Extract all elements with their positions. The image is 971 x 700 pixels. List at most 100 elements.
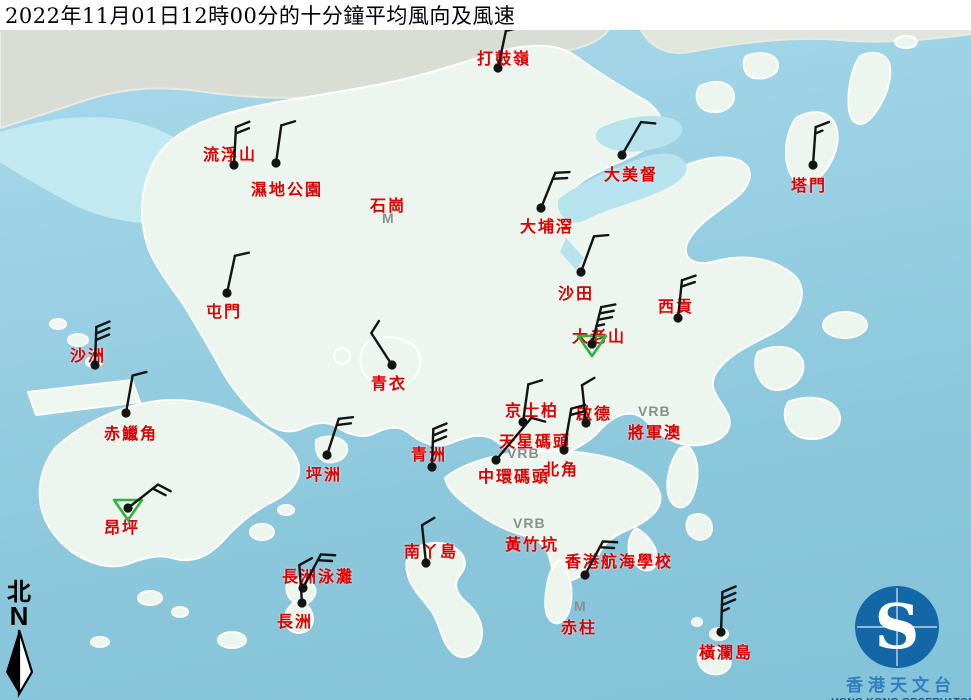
station-label-cheung-chau[interactable]: 長洲 <box>277 608 313 632</box>
station-north-point[interactable] <box>559 403 585 455</box>
station-label-sha-chau[interactable]: 沙洲 <box>70 342 106 366</box>
wind-barb-icon <box>299 558 315 603</box>
station-label-tai-po-kau[interactable]: 大埔滘 <box>520 213 574 237</box>
station-label-tai-mei-tuk[interactable]: 大美督 <box>604 161 658 185</box>
station-label-waglan-island[interactable]: 橫瀾島 <box>699 639 753 663</box>
station-label-lau-fau-shan[interactable]: 流浮山 <box>203 141 257 165</box>
station-lau-fau-shan[interactable] <box>229 121 249 170</box>
station-sha-chau[interactable] <box>90 321 109 370</box>
station-label-lamma-island[interactable]: 南丫島 <box>404 538 458 562</box>
wind-barb-icon <box>523 378 542 423</box>
station-label-north-point[interactable]: 北角 <box>543 456 579 480</box>
station-dot <box>576 267 585 276</box>
station-label-peng-chau[interactable]: 坪洲 <box>306 461 342 485</box>
station-note-tseung-kwan-o: VRB <box>638 403 671 419</box>
station-label-cheung-chau-beach[interactable]: 長洲泳灘 <box>282 563 354 587</box>
wind-barb-icon <box>303 549 335 594</box>
station-label-sai-kung[interactable]: 西貢 <box>658 293 694 317</box>
station-chek-lap-kok[interactable] <box>121 370 146 418</box>
map-geography <box>0 0 971 700</box>
station-dot <box>222 288 231 297</box>
station-dot <box>617 150 626 159</box>
station-label-tsing-yi[interactable]: 青衣 <box>371 370 407 394</box>
station-label-star-ferry[interactable]: 天星碼頭 <box>499 428 571 452</box>
station-sai-kung[interactable] <box>673 274 695 322</box>
wind-barb-icon <box>126 370 146 416</box>
station-kai-tak[interactable] <box>581 378 599 428</box>
station-dot <box>581 418 590 427</box>
station-label-green-island[interactable]: 青洲 <box>411 441 447 465</box>
station-note-stanley: M <box>574 598 587 614</box>
wind-barb-icon <box>581 231 608 277</box>
station-dot <box>673 313 682 322</box>
station-lamma-island[interactable] <box>421 518 439 568</box>
station-dot <box>427 462 436 471</box>
station-tai-mei-tuk[interactable] <box>617 117 655 162</box>
station-dot <box>808 160 817 169</box>
wind-barb-icon <box>498 25 520 71</box>
station-label-tates-cairn[interactable]: 大老山 <box>572 323 626 347</box>
station-label-hk-sea-school[interactable]: 香港航海學校 <box>565 548 673 572</box>
wind-barb-icon <box>227 250 249 296</box>
station-tai-po-kau[interactable] <box>536 167 569 213</box>
station-dot <box>493 63 502 72</box>
station-dot <box>559 445 568 454</box>
station-label-kai-tak[interactable]: 啟德 <box>576 400 612 424</box>
station-waglan-island[interactable] <box>716 586 735 637</box>
north-compass: 北 N <box>2 580 36 698</box>
station-label-shek-kong[interactable]: 石崗 <box>370 192 406 216</box>
station-label-tseung-kwan-o[interactable]: 將軍澳 <box>628 419 682 443</box>
station-cheung-chau[interactable] <box>297 558 315 607</box>
wind-barb-icon <box>327 413 353 459</box>
station-green-island[interactable] <box>427 423 446 472</box>
station-note-star-ferry: VRB <box>507 445 540 461</box>
wind-barb-icon <box>678 274 696 319</box>
station-dot <box>298 583 307 592</box>
station-label-wetland-park[interactable]: 濕地公園 <box>251 176 323 200</box>
wind-barb-icon <box>813 121 829 166</box>
station-label-stanley[interactable]: 赤柱 <box>561 614 597 638</box>
station-tap-mun[interactable] <box>808 121 829 169</box>
station-peng-chau[interactable] <box>322 413 353 459</box>
svg-text:S: S <box>875 590 920 663</box>
station-cheung-chau-beach[interactable] <box>298 549 335 594</box>
station-label-central-pier[interactable]: 中環碼頭 <box>478 463 550 487</box>
station-dot <box>297 598 306 607</box>
station-dot <box>322 450 331 459</box>
compass-north-letter: N <box>2 604 36 628</box>
gust-triangle-icon <box>114 500 142 520</box>
station-wetland-park[interactable] <box>271 119 295 167</box>
station-label-ta-kwu-ling[interactable]: 打鼓嶺 <box>477 45 531 69</box>
station-sha-tin[interactable] <box>576 231 608 277</box>
station-ngong-ping[interactable] <box>114 481 171 520</box>
station-label-tap-mun[interactable]: 塔門 <box>791 172 827 196</box>
gust-triangle-icon <box>578 336 606 356</box>
station-label-wong-chuk-hang[interactable]: 黃竹坑 <box>505 531 559 555</box>
station-dot <box>518 417 527 426</box>
wind-barb-icon <box>585 536 617 581</box>
hko-logo: S 香港天文台 HONG KONG OBSERVATORY <box>831 584 971 700</box>
wind-barb-icon <box>421 518 439 563</box>
station-dot <box>716 627 725 636</box>
hko-logo-chinese: 香港天文台 <box>831 671 971 696</box>
wind-barb-icon <box>276 119 295 164</box>
station-dot <box>587 339 596 348</box>
station-label-ngong-ping[interactable]: 昂坪 <box>104 514 140 538</box>
station-dot <box>271 158 280 167</box>
station-hk-sea-school[interactable] <box>580 536 617 581</box>
station-tsing-yi[interactable] <box>368 321 403 370</box>
station-dot <box>491 455 500 464</box>
station-dot <box>421 558 430 567</box>
station-ta-kwu-ling[interactable] <box>493 25 519 73</box>
station-dot <box>121 408 130 417</box>
station-label-tuen-mun[interactable]: 屯門 <box>206 298 242 322</box>
station-label-kings-park[interactable]: 京士柏 <box>505 397 559 421</box>
wind-barb-icon <box>622 117 655 162</box>
station-central-pier[interactable] <box>491 413 545 468</box>
station-label-chek-lap-kok[interactable]: 赤鱲角 <box>104 420 158 444</box>
wind-barb-icon <box>128 481 171 518</box>
station-label-sha-tin[interactable]: 沙田 <box>558 280 594 304</box>
station-kings-park[interactable] <box>518 378 542 426</box>
station-tuen-mun[interactable] <box>222 250 248 298</box>
station-tates-cairn[interactable] <box>578 301 615 356</box>
